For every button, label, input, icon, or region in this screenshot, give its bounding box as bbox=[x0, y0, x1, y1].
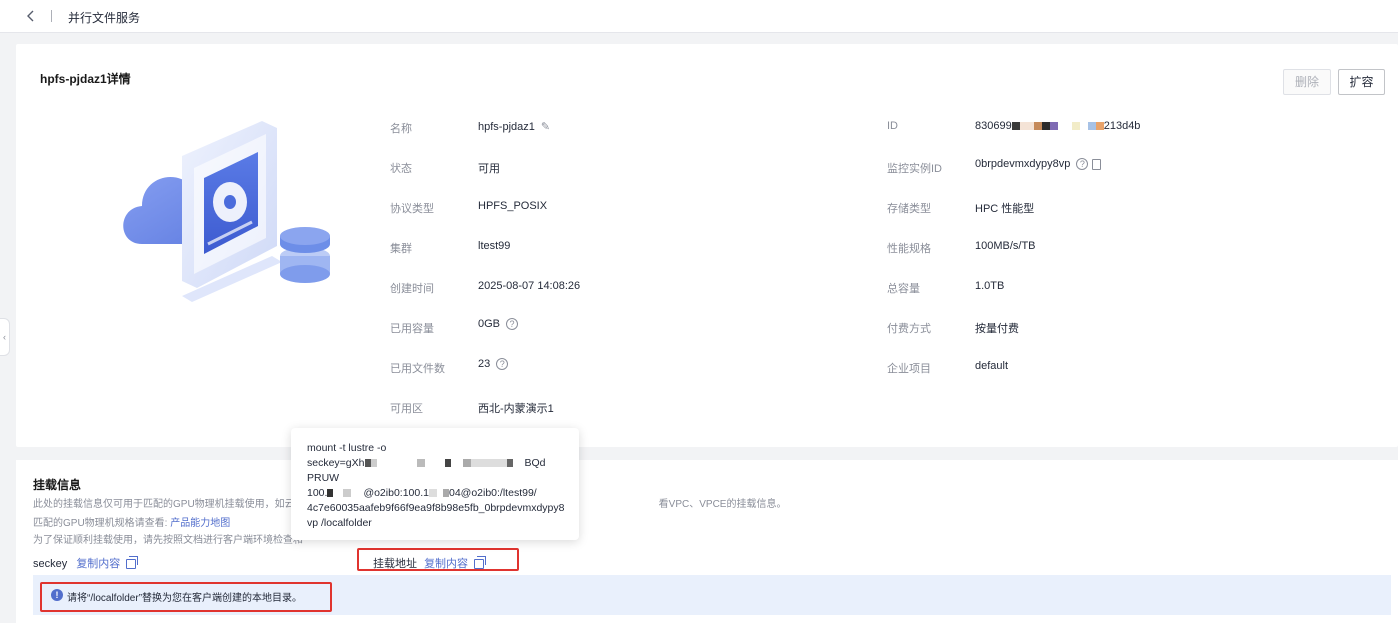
id-label: ID bbox=[887, 120, 898, 132]
created-time-label: 创建时间 bbox=[390, 283, 434, 295]
seckey-row: seckey 复制内容 bbox=[33, 555, 139, 571]
id-value: 830699 213d4b bbox=[975, 120, 1141, 132]
sidebar-collapse-toggle[interactable]: ‹ bbox=[0, 318, 10, 356]
popover-line: 100. @o2ib0:100.1 04@o2ib0:/ltest99/ bbox=[307, 487, 537, 499]
status-label: 状态 bbox=[390, 163, 412, 175]
popover-line: 4c7e60035aafeb9f66f9ea9f8b98e5fb_0brpdev… bbox=[307, 502, 565, 514]
delete-button[interactable]: 删除 bbox=[1283, 69, 1331, 95]
total-capacity-label: 总容量 bbox=[887, 283, 920, 295]
enterprise-project-value: default bbox=[975, 360, 1009, 372]
detail-panel: hpfs-pjdaz1详情 删除 扩容 名称 hpfs-pjdaz1 ✎ 状态 … bbox=[16, 44, 1398, 447]
cluster-value: ltest99 bbox=[478, 240, 511, 252]
expand-button[interactable]: 扩容 bbox=[1338, 69, 1385, 95]
storage-type-label: 存储类型 bbox=[887, 203, 931, 215]
mount-desc-3: 为了保证顺利挂载使用，请先按照文档进行客户端环境检查和 bbox=[33, 535, 303, 546]
edit-icon[interactable]: ✎ bbox=[541, 120, 550, 133]
document-icon[interactable] bbox=[1092, 158, 1102, 170]
detail-title: hpfs-pjdaz1详情 bbox=[40, 72, 131, 86]
zone-label: 可用区 bbox=[390, 403, 423, 415]
page-title: 并行文件服务 bbox=[68, 11, 141, 25]
info-banner-text: 请将“/localfolder”替换为您在客户端创建的本地目录。 bbox=[67, 593, 303, 604]
storage-type-value: HPC 性能型 bbox=[975, 203, 1035, 215]
popover-line: mount -t lustre -o bbox=[307, 442, 387, 454]
used-files-value: 23? bbox=[478, 358, 509, 371]
cluster-label: 集群 bbox=[390, 243, 412, 255]
divider bbox=[51, 10, 52, 22]
info-icon: ! bbox=[51, 589, 63, 601]
name-label: 名称 bbox=[390, 123, 412, 135]
zone-value: 西北-内蒙演示1 bbox=[478, 403, 554, 415]
storage-illustration bbox=[123, 121, 330, 302]
status-value: 可用 bbox=[478, 163, 500, 175]
billing-label: 付费方式 bbox=[887, 323, 931, 335]
used-files-label: 已用文件数 bbox=[390, 363, 445, 375]
monitor-id-label: 监控实例ID bbox=[887, 163, 942, 175]
popover-line: seckey=gXh BQd bbox=[307, 457, 546, 469]
highlight-box bbox=[357, 548, 519, 571]
top-bar: 并行文件服务 bbox=[0, 0, 1398, 33]
enterprise-project-label: 企业项目 bbox=[887, 363, 931, 375]
mount-desc-2: 匹配的GPU物理机规格请查看: 产品能力地图 bbox=[33, 518, 231, 529]
used-capacity-label: 已用容量 bbox=[390, 323, 434, 335]
seckey-copy-link[interactable]: 复制内容 bbox=[76, 558, 120, 570]
copy-icon[interactable] bbox=[126, 556, 139, 570]
name-value: hpfs-pjdaz1 ✎ bbox=[478, 120, 551, 133]
billing-value: 按量付费 bbox=[975, 323, 1019, 335]
help-icon[interactable]: ? bbox=[1076, 158, 1089, 171]
created-time-value: 2025-08-07 14:08:26 bbox=[478, 280, 581, 292]
help-icon[interactable]: ? bbox=[506, 318, 519, 331]
used-capacity-value: 0GB? bbox=[478, 318, 519, 331]
performance-value: 100MB/s/TB bbox=[975, 240, 1036, 252]
mount-command-popover: mount -t lustre -o seckey=gXh BQd PRUW 10… bbox=[291, 428, 579, 540]
total-capacity-value: 1.0TB bbox=[975, 280, 1005, 292]
protocol-label: 协议类型 bbox=[390, 203, 434, 215]
mount-info-title: 挂载信息 bbox=[33, 478, 82, 492]
chevron-left-icon[interactable] bbox=[24, 9, 38, 23]
monitor-id-value: 0brpdevmxdypy8vp? bbox=[975, 158, 1102, 171]
popover-line: PRUW bbox=[307, 472, 340, 484]
popover-line: vp /localfolder bbox=[307, 517, 372, 529]
capability-map-link[interactable]: 产品能力地图 bbox=[170, 518, 230, 529]
help-icon[interactable]: ? bbox=[496, 358, 509, 371]
seckey-label: seckey bbox=[33, 558, 68, 570]
protocol-value: HPFS_POSIX bbox=[478, 200, 548, 212]
performance-label: 性能规格 bbox=[887, 243, 931, 255]
